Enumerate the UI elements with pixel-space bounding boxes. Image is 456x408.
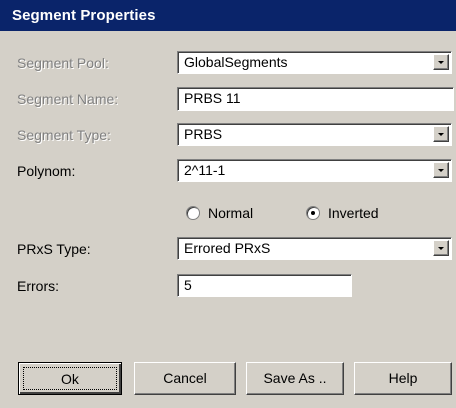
save-as-button[interactable]: Save As ..: [246, 362, 344, 395]
prxs-type-value: Errored PRxS: [184, 240, 271, 256]
segment-properties-dialog: Segment Properties Segment Pool: GlobalS…: [0, 0, 456, 408]
radio-normal-label: Normal: [208, 205, 254, 221]
help-button[interactable]: Help: [354, 362, 452, 395]
cancel-button[interactable]: Cancel: [134, 362, 236, 395]
polynom-label: Polynom:: [17, 163, 76, 179]
segment-type-label: Segment Type:: [17, 127, 111, 143]
dialog-title: Segment Properties: [12, 7, 156, 24]
segment-type-value: PRBS: [184, 126, 223, 142]
ok-button[interactable]: Ok: [18, 362, 122, 395]
segment-pool-select[interactable]: GlobalSegments: [177, 51, 452, 74]
errors-input[interactable]: 5: [177, 274, 352, 297]
radio-circle-icon[interactable]: [186, 206, 200, 220]
radio-circle-selected-icon[interactable]: [306, 206, 320, 220]
ok-button-label: Ok: [23, 367, 117, 390]
polynom-value: 2^11-1: [184, 162, 226, 178]
help-button-label: Help: [388, 370, 418, 386]
prxs-type-label: PRxS Type:: [17, 241, 91, 257]
radio-normal[interactable]: Normal: [186, 205, 253, 221]
errors-value: 5: [184, 277, 192, 293]
segment-name-label: Segment Name:: [17, 91, 119, 107]
radio-inverted[interactable]: Inverted: [306, 205, 379, 221]
chevron-down-icon[interactable]: [433, 126, 449, 142]
segment-name-input[interactable]: PRBS 11: [177, 87, 454, 111]
segment-pool-label: Segment Pool:: [17, 55, 109, 71]
prxs-type-select[interactable]: Errored PRxS: [177, 237, 452, 260]
chevron-down-icon[interactable]: [433, 162, 449, 178]
chevron-down-icon[interactable]: [433, 240, 449, 256]
segment-type-select[interactable]: PRBS: [177, 123, 452, 146]
cancel-button-label: Cancel: [163, 370, 207, 386]
save-as-button-label: Save As ..: [263, 370, 327, 386]
segment-pool-value: GlobalSegments: [184, 54, 288, 70]
errors-label: Errors:: [17, 278, 59, 294]
title-bar[interactable]: Segment Properties: [0, 0, 456, 31]
segment-name-value: PRBS 11: [184, 90, 241, 106]
chevron-down-icon[interactable]: [433, 54, 449, 70]
polynom-select[interactable]: 2^11-1: [177, 159, 452, 182]
radio-inverted-label: Inverted: [328, 205, 379, 221]
